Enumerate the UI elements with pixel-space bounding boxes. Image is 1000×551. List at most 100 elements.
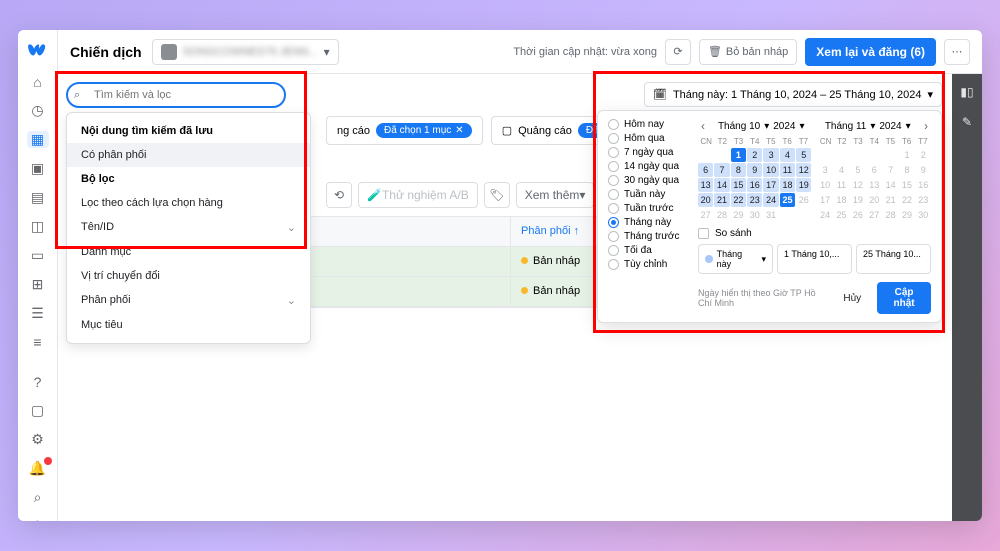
filter-item-name-id[interactable]: Tên/ID⌄: [67, 215, 310, 240]
calendar-day[interactable]: 10: [818, 178, 833, 192]
calendar-day[interactable]: 16: [747, 178, 762, 192]
next-month-button[interactable]: ›: [921, 119, 931, 133]
calendar-day[interactable]: 26: [796, 193, 811, 207]
filter-item-delivery[interactable]: Phân phối⌄: [67, 288, 310, 313]
pages-icon[interactable]: ▢: [27, 402, 49, 419]
calendar-day[interactable]: 4: [834, 163, 849, 177]
calendar-day[interactable]: 26: [850, 208, 865, 222]
calendar-day[interactable]: 10: [763, 163, 778, 177]
preset-this-week[interactable]: Tuần này: [608, 189, 690, 200]
calendar-day[interactable]: 30: [747, 208, 762, 222]
calendar-day[interactable]: 28: [714, 208, 729, 222]
more-menu-button[interactable]: ⋯: [944, 39, 970, 65]
calendar-day[interactable]: 19: [850, 193, 865, 207]
preset-30days[interactable]: 30 ngày qua: [608, 175, 690, 186]
calendar-day[interactable]: 23: [916, 193, 931, 207]
calendar-day[interactable]: 25: [834, 208, 849, 222]
month1-select[interactable]: Tháng 10▾ 2024▾: [708, 119, 815, 133]
tag-button[interactable]: 🏷: [484, 182, 510, 208]
calendar-day[interactable]: 14: [883, 178, 898, 192]
notifications-icon[interactable]: 🔔: [27, 460, 49, 477]
calendar-day[interactable]: 2: [916, 148, 931, 162]
calendar-day[interactable]: 13: [867, 178, 882, 192]
dashboard-icon[interactable]: ◷: [27, 102, 49, 119]
update-button[interactable]: Cập nhật: [877, 282, 931, 314]
calendar-day[interactable]: 8: [899, 163, 914, 177]
calendar-day[interactable]: 3: [818, 163, 833, 177]
tab-adsets[interactable]: ng cáo Đã chọn 1 mục ✕: [326, 116, 483, 145]
preset-today[interactable]: Hôm nay: [608, 119, 690, 130]
undo-button[interactable]: ⟲: [326, 182, 352, 208]
calendar-day[interactable]: 2: [747, 148, 762, 162]
calendar-day[interactable]: 7: [883, 163, 898, 177]
calendar-day[interactable]: 16: [916, 178, 931, 192]
calendar-day[interactable]: 1: [731, 148, 746, 162]
preset-7days[interactable]: 7 ngày qua: [608, 147, 690, 158]
calendar-day[interactable]: 25: [780, 193, 795, 207]
calendar-day[interactable]: 24: [818, 208, 833, 222]
gear-icon[interactable]: ⚙: [27, 431, 49, 448]
calendar-day[interactable]: 15: [899, 178, 914, 192]
calendar-day[interactable]: 22: [731, 193, 746, 207]
calendar-day[interactable]: 9: [916, 163, 931, 177]
calendar-day[interactable]: 27: [698, 208, 713, 222]
calendar-day[interactable]: 23: [747, 193, 762, 207]
discard-draft-button[interactable]: 🗑 Bỏ bản nháp: [699, 39, 797, 65]
preset-yesterday[interactable]: Hôm qua: [608, 133, 690, 144]
calendar-day[interactable]: 20: [698, 193, 713, 207]
audiences-icon[interactable]: ◫: [27, 218, 49, 235]
preset-this-month[interactable]: Tháng này: [608, 217, 690, 228]
calendar-day[interactable]: 5: [796, 148, 811, 162]
close-icon[interactable]: ✕: [455, 125, 463, 136]
calendar-day[interactable]: 22: [899, 193, 914, 207]
calendar-day[interactable]: 3: [763, 148, 778, 162]
bug-icon[interactable]: ✱: [27, 518, 49, 521]
period-select[interactable]: Tháng này ▾: [698, 244, 773, 274]
search-filter-input[interactable]: [66, 82, 286, 108]
home-icon[interactable]: ⌂: [27, 74, 49, 90]
preset-max[interactable]: Tối đa: [608, 245, 690, 256]
calendar-day[interactable]: 9: [747, 163, 762, 177]
filter-item-selection[interactable]: Lọc theo cách lựa chọn hàng: [67, 191, 310, 215]
filter-item-category[interactable]: Danh mục: [67, 240, 310, 264]
saved-search-item[interactable]: Có phân phối: [67, 143, 310, 167]
calendar-day[interactable]: 27: [867, 208, 882, 222]
calendar-day[interactable]: 15: [731, 178, 746, 192]
calendar-day[interactable]: 1: [899, 148, 914, 162]
ab-test-button[interactable]: 🧪 Thử nghiệm A/B: [358, 182, 478, 208]
help-icon[interactable]: ?: [27, 374, 49, 390]
account-selector[interactable]: SONGCOWNES79 JENN... ▾: [152, 39, 339, 65]
calendar-day[interactable]: 17: [763, 178, 778, 192]
calendar-day[interactable]: 11: [834, 178, 849, 192]
review-publish-button[interactable]: Xem lại và đăng (6): [805, 38, 936, 66]
settings-people-icon[interactable]: ☰: [27, 305, 49, 322]
menu-icon[interactable]: ≡: [27, 334, 49, 350]
calendar-day[interactable]: 29: [731, 208, 746, 222]
refresh-button[interactable]: ⟳: [665, 39, 691, 65]
calendar-day[interactable]: 5: [850, 163, 865, 177]
date-from-input[interactable]: 1 Tháng 10,...: [777, 244, 852, 274]
filter-item-location[interactable]: Vị trí chuyển đổi: [67, 264, 310, 288]
calendar-day[interactable]: 28: [883, 208, 898, 222]
calendar-day[interactable]: 6: [698, 163, 713, 177]
calendar-day[interactable]: 13: [698, 178, 713, 192]
calendar-day[interactable]: 29: [899, 208, 914, 222]
calendar-day[interactable]: 12: [796, 163, 811, 177]
date-to-input[interactable]: 25 Tháng 10...: [856, 244, 931, 274]
events-icon[interactable]: ⊞: [27, 276, 49, 293]
more-dropdown[interactable]: Xem thêm ▾: [516, 182, 595, 208]
month2-select[interactable]: Tháng 11▾ 2024▾: [815, 119, 922, 133]
calendar-day[interactable]: 24: [763, 193, 778, 207]
prev-month-button[interactable]: ‹: [698, 119, 708, 133]
filter-item-objective[interactable]: Mục tiêu: [67, 313, 310, 337]
calendar-day[interactable]: 21: [883, 193, 898, 207]
calendar-day[interactable]: 14: [714, 178, 729, 192]
calendar-day[interactable]: 12: [850, 178, 865, 192]
search-icon[interactable]: ⌕: [27, 489, 49, 506]
calendar-day[interactable]: 7: [714, 163, 729, 177]
calendar-day[interactable]: 11: [780, 163, 795, 177]
preset-custom[interactable]: Tùy chỉnh: [608, 259, 690, 270]
calendar-day[interactable]: 18: [780, 178, 795, 192]
campaigns-icon[interactable]: ▦: [27, 131, 49, 148]
calendar-day[interactable]: 20: [867, 193, 882, 207]
